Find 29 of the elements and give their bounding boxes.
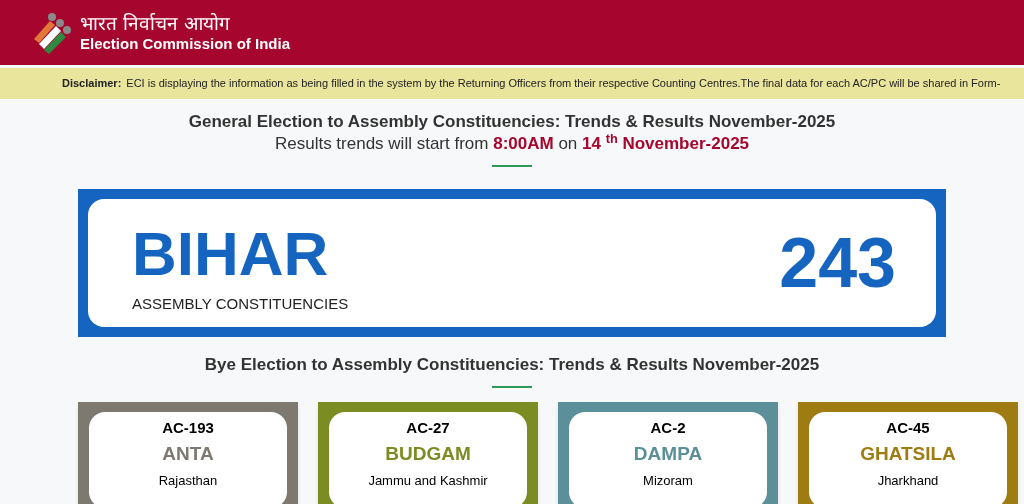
constituency-code: AC-2 bbox=[650, 418, 686, 438]
section-heading: General Election to Assembly Constituencies: Trends & Results November-2025 bbox=[188, 111, 836, 133]
constituency-card[interactable]: AC-45 GHATSILA Jharkhand bbox=[798, 402, 1018, 504]
hindi-title: भारत निर्वाचन आयोग bbox=[80, 11, 232, 34]
state-name: Jammu and Kashmir bbox=[368, 472, 488, 490]
constituency-count: 243 bbox=[779, 222, 896, 304]
state-name: BIHAR bbox=[132, 220, 330, 287]
constituency-code: AC-27 bbox=[406, 418, 450, 438]
constituency-name: BUDGAM bbox=[385, 442, 471, 466]
disclaimer-text: ECI is displaying the information as being filled in the system by the Returning Officers from their respective Counting Centres.The final data for each AC/PC will be shared in Form- bbox=[126, 76, 1001, 92]
results-start-note: Results trends will start from 8:00AM on 14 $^{th}$ November-2025 bbox=[274, 133, 750, 155]
constituency-name: ANTA bbox=[162, 442, 214, 466]
heading-underline bbox=[492, 165, 532, 167]
section-heading: Bye Election to Assembly Constituencies: Trends & Results November-2025 bbox=[204, 354, 820, 376]
constituency-code: AC-45 bbox=[886, 418, 930, 438]
state-card[interactable]: BIHAR ASSEMBLY CONSTITUENCIES 243 bbox=[78, 189, 946, 337]
constituency-card[interactable]: AC-193 ANTA Rajasthan bbox=[78, 402, 298, 504]
heading-underline bbox=[492, 386, 532, 388]
constituency-card[interactable]: AC-27 BUDGAM Jammu and Kashmir bbox=[318, 402, 538, 504]
constituency-name: DAMPA bbox=[633, 442, 703, 466]
state-name: Mizoram bbox=[643, 472, 693, 490]
constituency-code: AC-193 bbox=[162, 418, 214, 438]
site-title: Election Commission of India bbox=[80, 33, 291, 54]
state-name: Jharkhand bbox=[877, 472, 939, 490]
constituency-card[interactable]: AC-2 DAMPA Mizoram bbox=[558, 402, 778, 504]
disclaimer-label: Disclaimer: bbox=[62, 76, 122, 92]
constituency-name: GHATSILA bbox=[860, 442, 956, 466]
state-label: ASSEMBLY CONSTITUENCIES bbox=[132, 293, 349, 314]
state-name: Rajasthan bbox=[158, 472, 218, 490]
